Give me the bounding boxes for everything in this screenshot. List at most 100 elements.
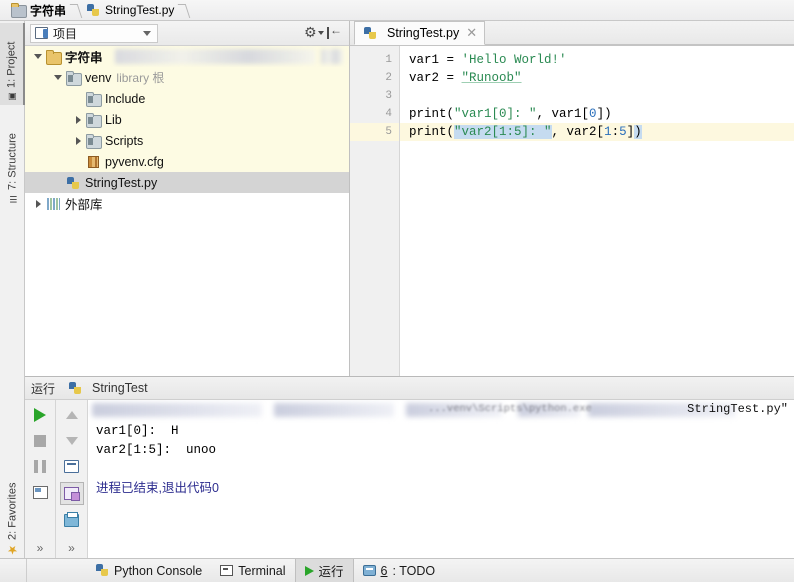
console-icon [32, 486, 48, 499]
console-button[interactable] [29, 482, 51, 503]
code-token: "Runoob" [461, 71, 522, 85]
line-number: 4 [385, 108, 392, 120]
status-terminal[interactable]: Terminal [211, 559, 294, 582]
tree-item-label: StringTest.py [85, 175, 158, 190]
code-token: var2 [409, 71, 447, 85]
code-content[interactable]: var1 = 'Hello World!' var2 = "Runoob" pri… [400, 46, 794, 376]
run-config-label: StringTest [92, 381, 148, 395]
code-token: "var2[1:5]: " [454, 125, 552, 139]
expand-more-right[interactable]: » [68, 541, 75, 558]
sidebar-item-project-label: 1: Project [5, 41, 18, 88]
status-todo[interactable]: 6: TODO [354, 559, 445, 582]
soft-wrap-button[interactable] [61, 456, 83, 477]
soft-wrap-icon [64, 460, 79, 473]
run-button[interactable] [29, 404, 51, 425]
play-icon [34, 407, 46, 422]
pause-button[interactable] [29, 456, 51, 477]
project-view-selector[interactable]: 项目 [30, 23, 158, 43]
tree-item-label: Scripts [105, 133, 144, 148]
code-token: : [611, 125, 620, 139]
tree-item-label: Lib [105, 112, 122, 127]
status-run[interactable]: 运行 [294, 558, 354, 582]
scroll-down-button[interactable] [61, 430, 83, 451]
status-run-label: 运行 [318, 565, 344, 579]
library-folder-icon [85, 133, 102, 149]
chevron-down-icon[interactable] [51, 67, 65, 88]
chevron-right-icon[interactable] [71, 130, 85, 151]
sidebar-item-structure-label: 7: Structure [6, 133, 19, 190]
tree-item-venv[interactable]: venv library 根 [25, 67, 349, 88]
tree-item-Include[interactable]: Include [25, 88, 349, 109]
sidebar-item-favorites[interactable]: ★ 2: Favorites [0, 461, 25, 561]
code-line[interactable]: var2 = "Runoob" [400, 69, 794, 87]
breadcrumb-item-file[interactable]: StringTest.py [81, 0, 178, 21]
redacted-path-block-2 [321, 49, 343, 64]
code-token: = [446, 71, 462, 85]
chevron-right-icon[interactable] [31, 193, 45, 214]
code-token: ) [634, 125, 642, 139]
console-output[interactable]: ...venv\Scripts\python.exe StringTest.py… [88, 400, 794, 558]
tree-item-label: 外部库 [65, 198, 103, 212]
tree-item-外部库[interactable]: 外部库 [25, 193, 349, 214]
tree-item-Lib[interactable]: Lib [25, 109, 349, 130]
tree-item-Scripts[interactable]: Scripts [25, 130, 349, 151]
code-editor[interactable]: 12345 var1 = 'Hello World!' var2 = "Runoo… [350, 46, 794, 376]
play-icon [304, 565, 314, 576]
stop-button[interactable] [29, 430, 51, 451]
project-icon: ▣ [6, 91, 17, 101]
code-token: "var1[0]: " [454, 107, 537, 121]
code-line[interactable]: print("var1[0]: ", var1[0]) [400, 105, 794, 123]
pycharm-window: 字符串 StringTest.py ▣ 1: Project ☰ 7: Stru… [0, 0, 794, 582]
star-icon: ★ [5, 543, 20, 557]
tree-item-label: Include [105, 91, 146, 106]
tab-stringtest-py[interactable]: StringTest.py ✕ [354, 21, 486, 45]
stop-icon [34, 434, 46, 447]
chevron-down-icon[interactable] [143, 30, 151, 36]
restore-layout-button[interactable] [59, 482, 84, 505]
run-panel-body: » » ...venv\Scripts\python.exe StringTes… [25, 400, 794, 558]
scroll-up-button[interactable] [61, 404, 83, 425]
code-line[interactable]: print("var2[1:5]: ", var2[1:5]) [400, 123, 794, 141]
console-output-line: var1[0]: H [96, 424, 179, 438]
editor-tab-strip: StringTest.py ✕ [350, 21, 794, 46]
chevron-down-icon[interactable] [31, 46, 45, 67]
tree-item-pyvenv.cfg[interactable]: pyvenv.cfg [25, 151, 349, 172]
tree-item-StringTest.py[interactable]: StringTest.py [25, 172, 349, 193]
run-config-tab[interactable]: StringTest [67, 381, 148, 395]
python-file-icon [85, 3, 101, 17]
breadcrumb-project-label: 字符串 [30, 3, 67, 18]
code-token: print( [409, 107, 455, 121]
run-panel-header: 运行 StringTest [25, 377, 794, 400]
project-panel-title: 项目 [53, 26, 78, 41]
run-panel: 运行 StringTest » » ...venv\Scripts\python… [25, 376, 794, 558]
code-line[interactable] [400, 87, 794, 105]
chevron-right-icon[interactable] [71, 109, 85, 130]
close-icon[interactable]: ✕ [466, 25, 477, 41]
collapse-all-icon [327, 23, 342, 39]
sidebar-item-structure[interactable]: ☰ 7: Structure [0, 111, 25, 207]
status-python-console[interactable]: Python Console [87, 559, 211, 582]
code-token: 0 [589, 107, 597, 121]
code-token: , var2[ [551, 125, 605, 139]
breadcrumb-file-label: StringTest.py [105, 3, 175, 17]
folder-icon [45, 49, 62, 65]
print-button[interactable] [61, 510, 83, 531]
tree-item-字符串[interactable]: 字符串 [25, 46, 349, 67]
arrow-up-icon [65, 410, 78, 419]
run-panel-title: 运行 [31, 381, 56, 396]
library-folder-icon [85, 112, 102, 128]
project-tree[interactable]: 字符串 venv library 根 Include Lib Scripts pyvenv.… [25, 46, 349, 214]
sidebar-item-project[interactable]: ▣ 1: Project [0, 23, 25, 105]
console-output-line: var2[1:5]: unoo [96, 443, 217, 457]
code-line[interactable]: var1 = 'Hello World!' [400, 51, 794, 69]
collapse-all-button[interactable] [324, 23, 344, 43]
breadcrumb-separator-2 [178, 0, 189, 21]
expand-more-left[interactable]: » [37, 541, 44, 558]
arrow-down-icon [65, 436, 78, 445]
settings-button[interactable] [304, 23, 324, 43]
python-file-icon [67, 381, 83, 395]
tab-strip-empty [485, 20, 794, 45]
breadcrumb-item-project[interactable]: 字符串 [6, 0, 70, 21]
code-token: ]) [596, 107, 612, 121]
console-command-mid: ...venv\Scripts\python.exe [428, 403, 592, 415]
